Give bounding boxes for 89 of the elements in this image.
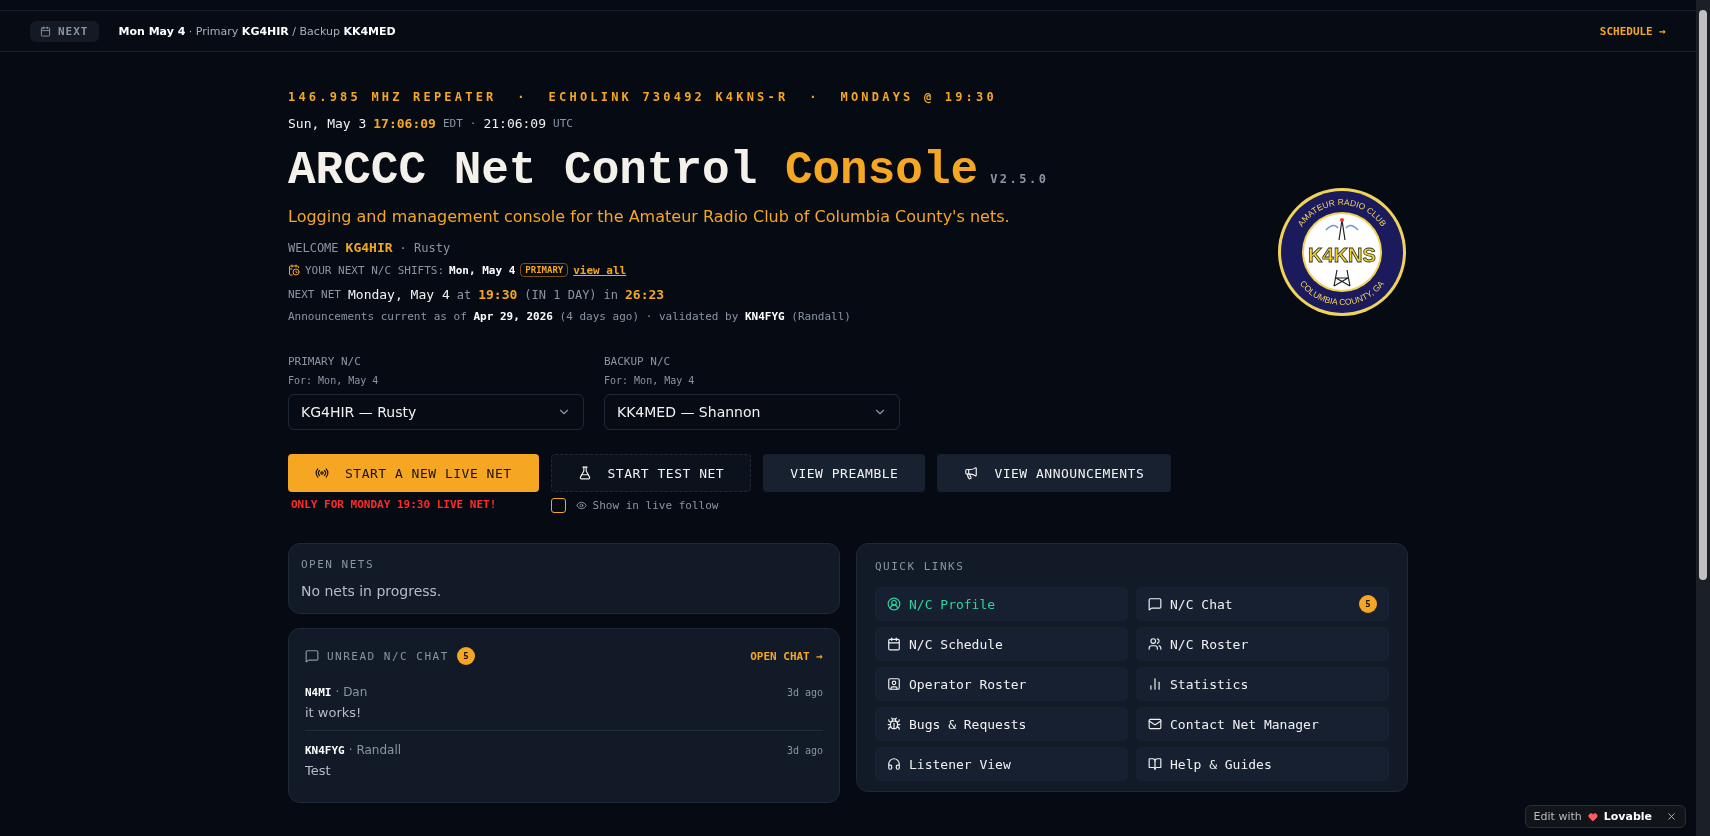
- welcome-name: · Rusty: [399, 240, 451, 255]
- next-net-relative: (IN 1 DAY): [524, 287, 597, 302]
- logo-callsign: K4KNS: [1308, 244, 1376, 266]
- next-net-label: NEXT NET: [288, 288, 341, 301]
- page-title: ARCCC Net Control Console V2.5.0: [288, 145, 1049, 197]
- live-follow-label: Show in live follow: [592, 499, 719, 512]
- action-icon: [964, 466, 979, 480]
- welcome-label: WELCOME: [288, 240, 339, 255]
- live-net-warning: ONLY FOR MONDAY 19:30 LIVE NET!: [290, 498, 498, 511]
- calendar-clock-icon: [288, 264, 300, 276]
- scrollbar[interactable]: [1696, 0, 1710, 836]
- eye-icon: [575, 500, 587, 511]
- subtitle: Logging and management console for the Amateur Radio Club of Columbia County's nets.: [288, 207, 1011, 226]
- clock-date: Sun, May 3: [288, 116, 367, 131]
- quick-link[interactable]: Listener View: [875, 747, 1128, 781]
- operator-select[interactable]: KG4HIR — Rusty: [288, 394, 584, 430]
- quick-link[interactable]: Bugs & Requests: [875, 707, 1128, 741]
- quick-link[interactable]: N/C Profile: [875, 587, 1128, 621]
- chat-message: it works!: [305, 705, 363, 720]
- open-chat-link[interactable]: OPEN CHAT →: [750, 649, 823, 663]
- quick-link[interactable]: Operator Roster: [875, 667, 1128, 701]
- select-date: For: Mon, May 4: [288, 375, 380, 386]
- view-all-link[interactable]: view all: [573, 263, 627, 277]
- edit-with-badge[interactable]: Edit with Lovable: [1524, 805, 1686, 828]
- card-title: UNREAD N/C CHAT: [327, 649, 449, 663]
- tagline: 146.985 MHZ REPEATER · ECHOLINK 730492 K4KNS-R · MONDAYS @ 19:30: [288, 90, 998, 104]
- action-button[interactable]: VIEW ANNOUNCEMENTS: [937, 454, 1172, 492]
- link-icon: [887, 757, 901, 771]
- shifts-label: YOUR NEXT N/C SHIFTS:: [305, 263, 445, 277]
- action-button[interactable]: VIEW PREAMBLE: [763, 454, 926, 492]
- unread-count: 5: [456, 647, 475, 665]
- quick-link[interactable]: Contact Net Manager: [1136, 707, 1389, 741]
- brand-name: Lovable: [1603, 810, 1652, 823]
- heart-icon: [1587, 811, 1598, 822]
- chat-time: 3d ago: [786, 686, 823, 698]
- primary-badge: PRIMARY: [520, 263, 569, 277]
- next-net-time: 19:30: [478, 287, 518, 302]
- link-icon: [1148, 717, 1162, 731]
- local-time: 17:06:09: [373, 116, 436, 131]
- link-badge: 5: [1359, 595, 1377, 613]
- announcements-note: Announcements current as of Apr 29, 2026 (4 days ago) · validated by KN4FYG (Randall): [288, 310, 852, 323]
- calendar-icon: [40, 25, 51, 37]
- utc-zone: UTC: [553, 117, 573, 130]
- chat-time: 3d ago: [786, 744, 823, 756]
- clock-separator: ·: [469, 117, 477, 130]
- action-button[interactable]: START A NEW LIVE NET: [288, 454, 539, 492]
- quick-link[interactable]: Statistics: [1136, 667, 1389, 701]
- welcome-callsign: KG4HIR: [345, 240, 393, 255]
- operator-select[interactable]: KK4MED — Shannon: [604, 394, 900, 430]
- link-icon: [887, 677, 901, 691]
- utc-time: 21:06:09: [483, 116, 547, 131]
- link-icon: [887, 597, 901, 611]
- select-label: BACKUP N/C: [604, 355, 672, 368]
- badge-label: Edit with: [1533, 810, 1582, 823]
- quick-link[interactable]: N/C Chat 5: [1136, 587, 1389, 621]
- shift-date: Mon, May 4: [449, 263, 516, 277]
- link-icon: [1148, 677, 1162, 691]
- next-net-at: at: [456, 287, 472, 302]
- link-icon: [1148, 597, 1162, 611]
- next-net-in: in: [603, 287, 619, 302]
- chat-message: Test: [305, 763, 332, 778]
- quick-link[interactable]: N/C Roster: [1136, 627, 1389, 661]
- chat-callsign: N4MI: [305, 686, 332, 699]
- close-icon[interactable]: [1666, 811, 1677, 822]
- card-title: OPEN NETS: [301, 558, 376, 571]
- quick-link[interactable]: Help & Guides: [1136, 747, 1389, 781]
- local-zone: EDT: [442, 117, 463, 130]
- chat-callsign: KN4FYG: [305, 744, 345, 757]
- link-icon: [1148, 637, 1162, 651]
- chat-name: · Randall: [348, 743, 402, 757]
- action-icon: [577, 466, 592, 480]
- countdown: 26:23: [625, 287, 665, 302]
- action-icon: [315, 466, 329, 480]
- chat-icon: [305, 649, 319, 663]
- card-title: QUICK LINKS: [875, 560, 966, 573]
- link-icon: [887, 637, 901, 651]
- chat-name: · Dan: [335, 685, 368, 699]
- link-icon: [1148, 757, 1162, 771]
- empty-message: No nets in progress.: [301, 583, 443, 599]
- live-follow-checkbox[interactable]: [550, 498, 566, 513]
- quick-link[interactable]: N/C Schedule: [875, 627, 1128, 661]
- next-chip: NEXT: [30, 20, 99, 42]
- link-icon: [887, 717, 901, 731]
- next-shift-summary: Mon May 4 · Primary KG4HIR / Backup KK4MED: [118, 24, 397, 38]
- select-label: PRIMARY N/C: [288, 355, 362, 368]
- next-net-date: Monday, May 4: [348, 287, 450, 302]
- select-date: For: Mon, May 4: [604, 375, 696, 386]
- schedule-link[interactable]: SCHEDULE →: [1599, 24, 1666, 38]
- action-button[interactable]: START TEST NET: [550, 454, 752, 492]
